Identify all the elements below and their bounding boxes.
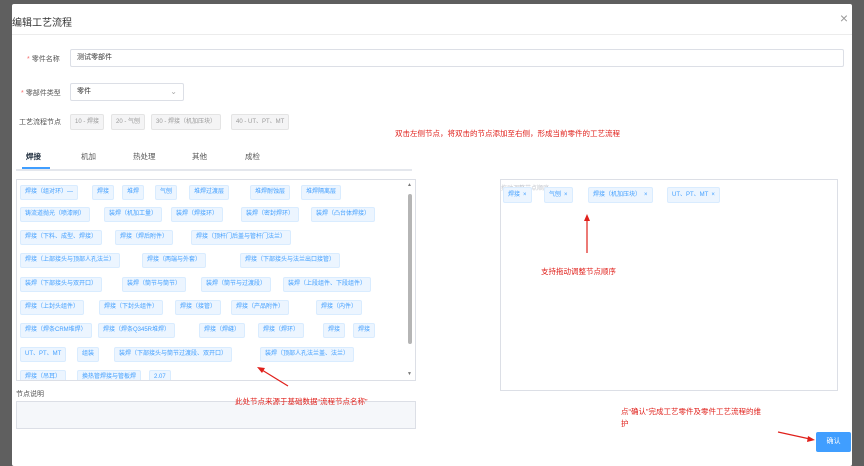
sequence-node-tag[interactable]: UT、PT、MT × bbox=[667, 187, 720, 203]
close-icon[interactable]: × bbox=[644, 192, 648, 198]
arrow-left-line bbox=[261, 369, 289, 387]
close-icon[interactable]: × bbox=[711, 192, 715, 198]
sequence-node-tag[interactable]: 气刨 × bbox=[544, 187, 573, 203]
sequence-node-label: UT、PT、MT bbox=[672, 192, 709, 198]
close-icon[interactable]: × bbox=[564, 192, 568, 198]
arrow-up-head bbox=[584, 214, 590, 221]
sequence-node-label: 焊接（机加压块） bbox=[593, 192, 642, 198]
arrow-left-head bbox=[257, 367, 265, 373]
annotation-arrows bbox=[257, 214, 815, 442]
arrow-right-head bbox=[807, 436, 815, 442]
sequence-node-tag[interactable]: 焊接 × bbox=[503, 187, 532, 203]
edit-process-dialog: 编辑工艺流程 × * 零件名称 测试零部件 * 零部件类型 零件 ⌄ 工艺流程节点 … bbox=[12, 4, 852, 466]
arrow-right-line bbox=[777, 431, 811, 440]
close-icon[interactable]: × bbox=[523, 192, 527, 198]
sequence-node-label: 气刨 bbox=[549, 192, 562, 198]
sequence-node-tag[interactable]: 焊接（机加压块） × bbox=[588, 187, 653, 203]
sequence-node-label: 焊接 bbox=[508, 192, 521, 198]
